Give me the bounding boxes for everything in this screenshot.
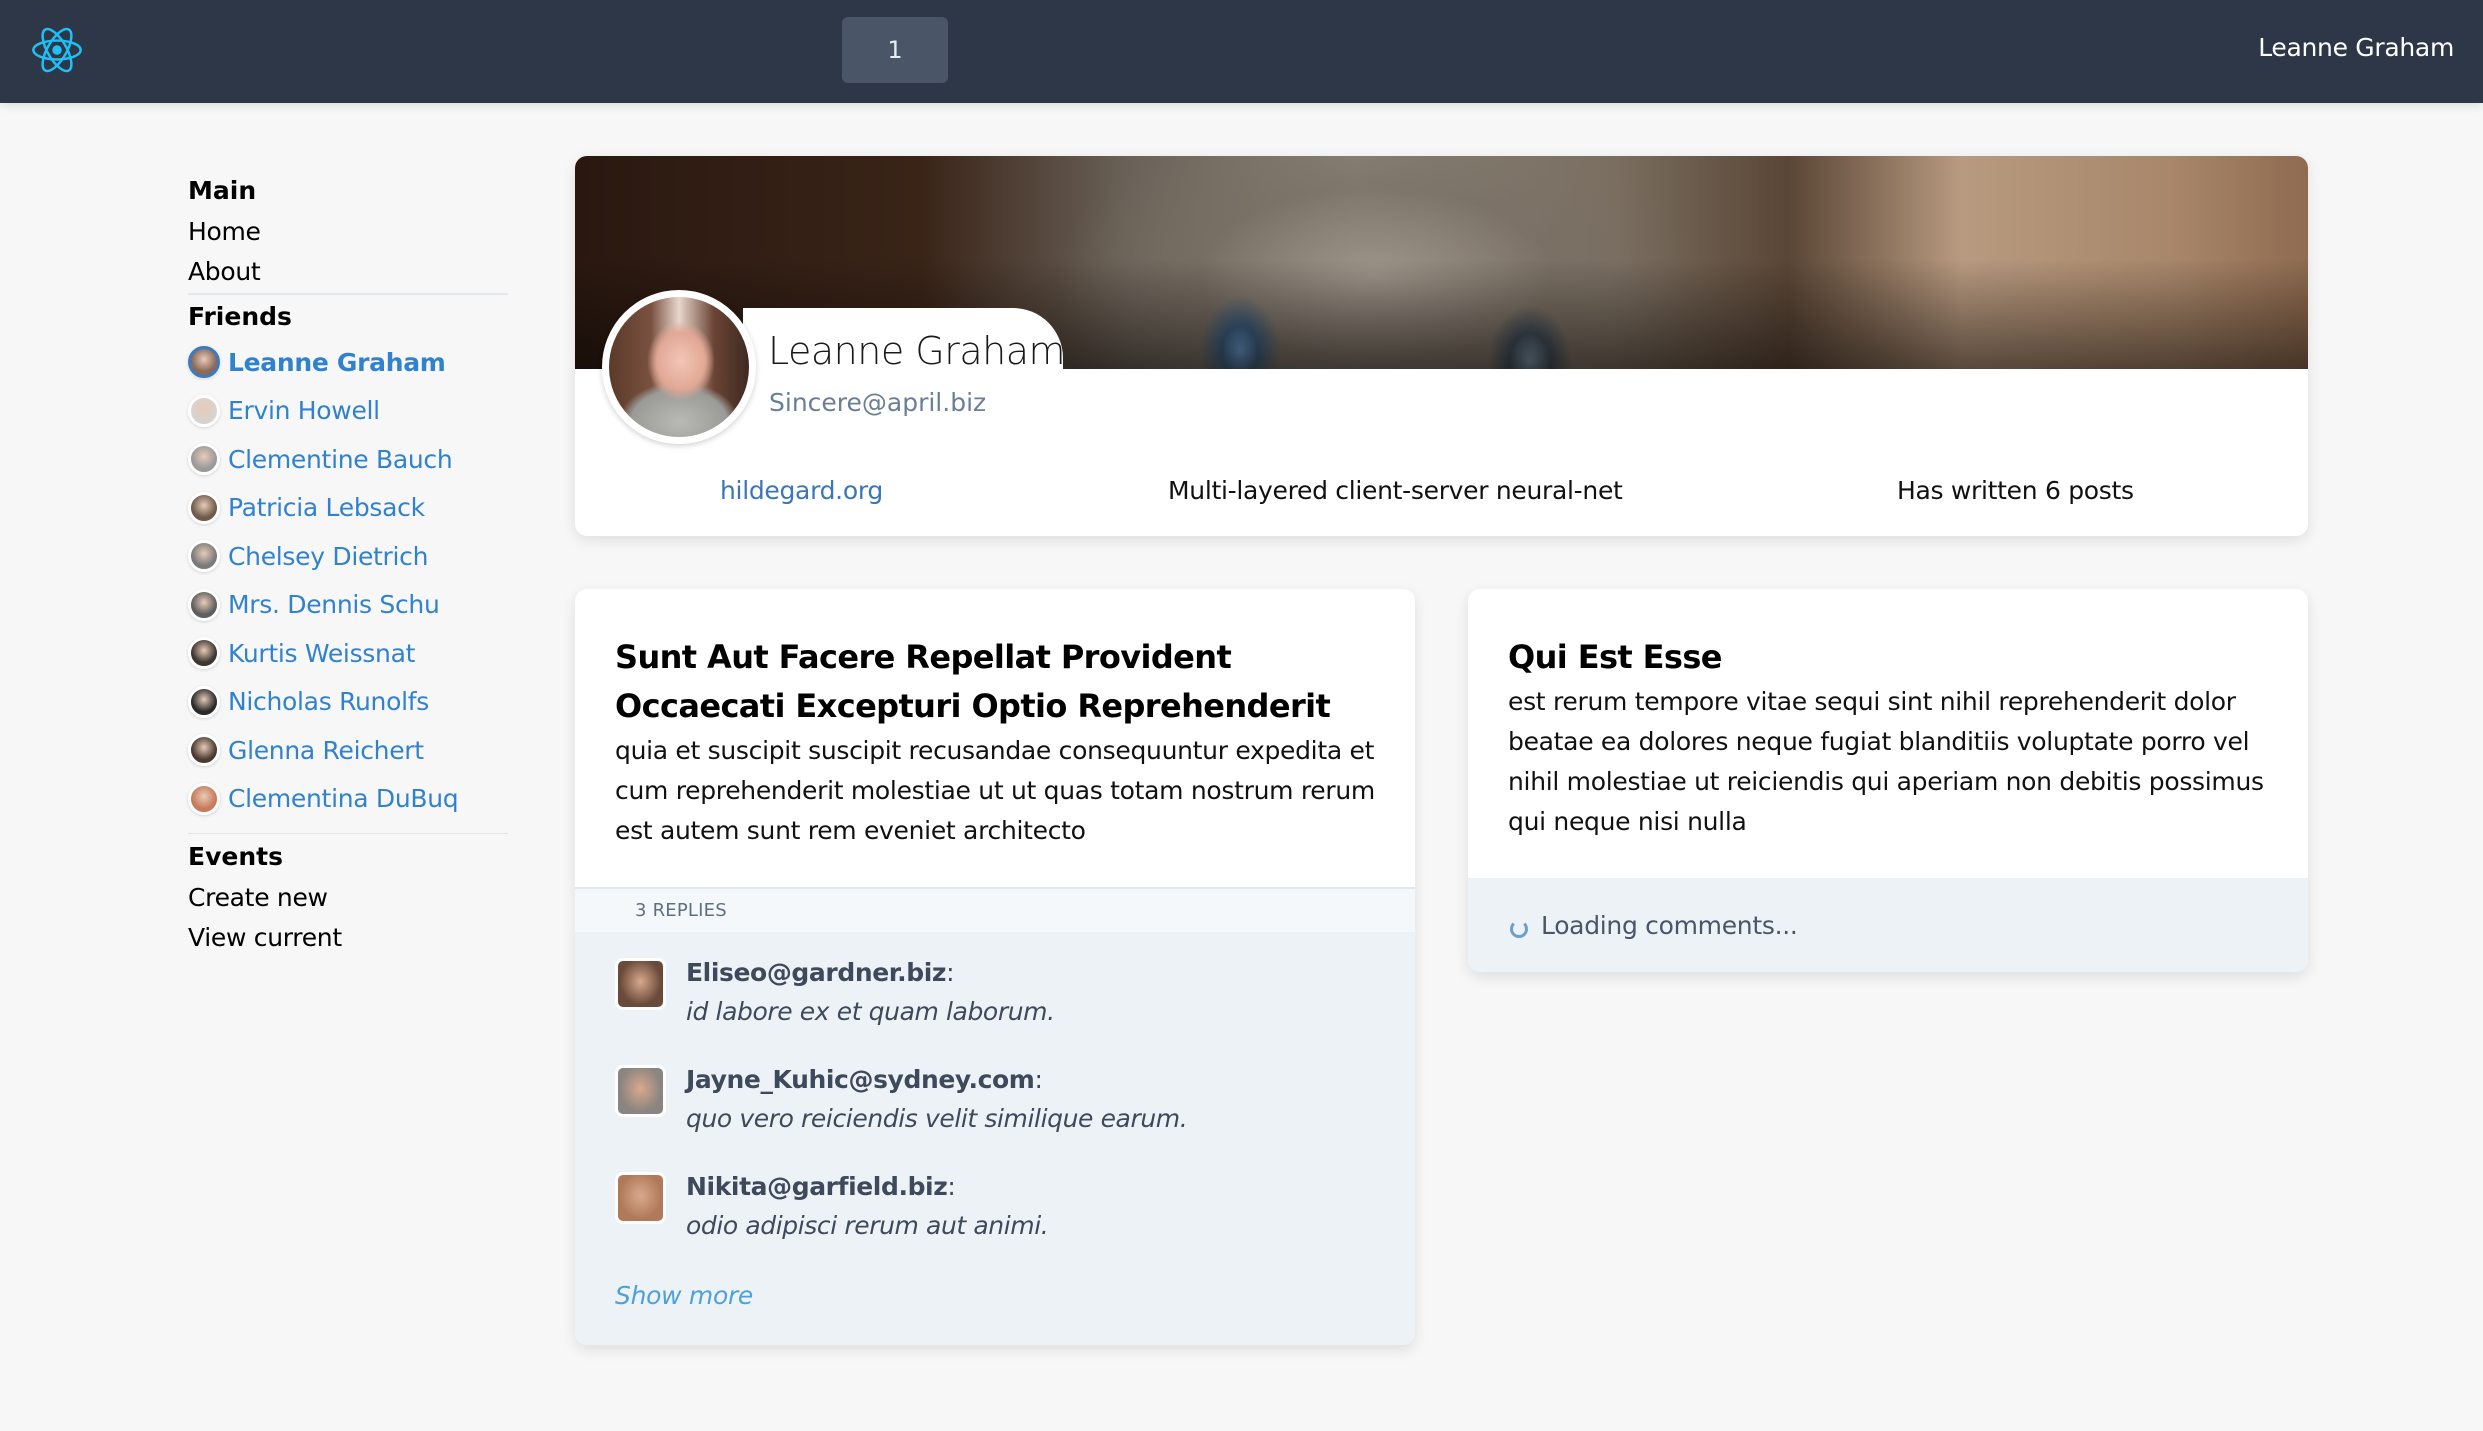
comments-section: Eliseo@gardner.biz: id labore ex et quam … bbox=[575, 932, 1415, 1345]
profile-catch-phrase: Multi-layered client-server neural-net bbox=[1168, 475, 1623, 505]
comment-avatar bbox=[615, 1172, 666, 1224]
profile-email: Sincere@april.biz bbox=[769, 388, 987, 417]
comment-author-separator: : bbox=[946, 958, 955, 987]
sidebar: Main Home About Friends Leanne Graham Erv… bbox=[188, 172, 508, 958]
post-card: Sunt Aut Facere Repellat Provident Occae… bbox=[575, 589, 1415, 1345]
friends-list: Leanne Graham Ervin Howell Clementine Bauc… bbox=[188, 338, 508, 823]
sidebar-heading-main: Main bbox=[188, 176, 257, 205]
friend-name: Chelsey Dietrich bbox=[228, 541, 429, 571]
friend-name: Nicholas Runolfs bbox=[228, 687, 429, 717]
friend-avatar bbox=[188, 540, 220, 573]
comment-author-separator: : bbox=[947, 1172, 956, 1201]
sidebar-item-view-current[interactable]: View current bbox=[188, 918, 508, 958]
sidebar-friend-item[interactable]: Kurtis Weissnat bbox=[188, 629, 508, 678]
friend-name: Leanne Graham bbox=[228, 347, 446, 377]
comment-text: quo vero reiciendis velit similique earu… bbox=[686, 1104, 1188, 1133]
sidebar-heading-events: Events bbox=[188, 842, 283, 871]
comment-text: id labore ex et quam laborum. bbox=[686, 997, 1055, 1026]
sidebar-heading-friends: Friends bbox=[188, 302, 292, 331]
profile-website-link[interactable]: hildegard.org bbox=[720, 476, 883, 505]
profile-stats: hildegard.org Multi-layered client-serve… bbox=[575, 470, 2308, 510]
post-title: Qui Est Esse bbox=[1508, 638, 1723, 676]
friend-avatar bbox=[188, 394, 220, 427]
top-navbar: 1 Leanne Graham bbox=[0, 0, 2483, 103]
sidebar-divider bbox=[188, 293, 508, 295]
friend-avatar bbox=[188, 443, 220, 476]
friend-name: Glenna Reichert bbox=[228, 735, 424, 765]
post-card: Qui Est Esse est rerum tempore vitae seq… bbox=[1468, 589, 2308, 972]
profile-posts-count: Has written 6 posts bbox=[1897, 475, 2134, 505]
replies-count: 3 REPLIES bbox=[575, 887, 1415, 932]
friend-name: Mrs. Dennis Schu bbox=[228, 590, 440, 620]
friend-avatar bbox=[188, 491, 220, 524]
comment-text: odio adipisci rerum aut animi. bbox=[686, 1211, 1049, 1240]
sidebar-friend-item[interactable]: Clementina DuBuq bbox=[188, 775, 508, 824]
profile-name: Leanne Graham bbox=[768, 329, 1066, 373]
loading-text: Loading comments... bbox=[1541, 910, 1798, 940]
sidebar-friend-item[interactable]: Chelsey Dietrich bbox=[188, 532, 508, 581]
comment-item: Jayne_Kuhic@sydney.com:quo vero reiciend… bbox=[615, 1061, 1375, 1168]
sidebar-item-create-new[interactable]: Create new bbox=[188, 878, 508, 918]
current-user-name[interactable]: Leanne Graham bbox=[2258, 33, 2454, 62]
friend-avatar bbox=[188, 346, 220, 379]
sidebar-friend-item[interactable]: Ervin Howell bbox=[188, 387, 508, 436]
profile-avatar bbox=[602, 290, 756, 444]
show-more-link[interactable]: Show more bbox=[615, 1281, 753, 1310]
comment-item: Eliseo@gardner.biz: id labore ex et quam … bbox=[615, 954, 1375, 1061]
sidebar-item-home[interactable]: Home bbox=[188, 212, 508, 252]
sidebar-friend-item[interactable]: Leanne Graham bbox=[188, 338, 508, 387]
sidebar-friend-item[interactable]: Mrs. Dennis Schu bbox=[188, 581, 508, 630]
sidebar-friend-item[interactable]: Patricia Lebsack bbox=[188, 484, 508, 533]
comment-avatar bbox=[615, 1065, 666, 1117]
friend-name: Patricia Lebsack bbox=[228, 493, 425, 523]
friend-avatar bbox=[188, 734, 220, 767]
loading-spinner-icon bbox=[1510, 920, 1528, 938]
sidebar-friend-item[interactable]: Glenna Reichert bbox=[188, 726, 508, 775]
page-number-button[interactable]: 1 bbox=[842, 17, 948, 83]
comment-author: Nikita@garfield.biz: bbox=[686, 1168, 1048, 1206]
sidebar-friend-item[interactable]: Clementine Bauch bbox=[188, 435, 508, 484]
comment-author: Eliseo@gardner.biz: bbox=[686, 954, 1055, 992]
post-body: quia et suscipit suscipit recusandae con… bbox=[615, 736, 1375, 845]
post-title: Sunt Aut Facere Repellat Provident Occae… bbox=[615, 638, 1331, 725]
react-atom-icon[interactable] bbox=[30, 23, 84, 77]
friend-name: Kurtis Weissnat bbox=[228, 638, 416, 668]
sidebar-item-about[interactable]: About bbox=[188, 252, 508, 292]
friend-name: Ervin Howell bbox=[228, 396, 380, 426]
friend-name: Clementine Bauch bbox=[228, 444, 453, 474]
friend-avatar bbox=[188, 637, 220, 670]
comment-author: Jayne_Kuhic@sydney.com: bbox=[686, 1061, 1187, 1099]
comment-avatar bbox=[615, 958, 666, 1010]
friend-avatar bbox=[188, 685, 220, 718]
comment-author-email: Jayne_Kuhic@sydney.com bbox=[686, 1065, 1035, 1094]
sidebar-divider bbox=[188, 833, 508, 834]
comment-author-email: Nikita@garfield.biz bbox=[686, 1172, 948, 1201]
profile-card: Leanne Graham Sincere@april.biz hildegar… bbox=[575, 156, 2308, 536]
friend-name: Clementina DuBuq bbox=[228, 784, 459, 814]
comments-list: Eliseo@gardner.biz: id labore ex et quam … bbox=[615, 954, 1375, 1275]
comment-item: Nikita@garfield.biz: odio adipisci rerum … bbox=[615, 1168, 1375, 1275]
friend-avatar bbox=[188, 782, 220, 815]
comment-author-email: Eliseo@gardner.biz bbox=[686, 958, 947, 987]
comment-author-separator: : bbox=[1034, 1065, 1043, 1094]
comments-loading: Loading comments... bbox=[1468, 878, 2308, 972]
sidebar-friend-item[interactable]: Nicholas Runolfs bbox=[188, 678, 508, 727]
friend-avatar bbox=[188, 588, 220, 621]
post-body: est rerum tempore vitae sequi sint nihil… bbox=[1508, 687, 2264, 836]
